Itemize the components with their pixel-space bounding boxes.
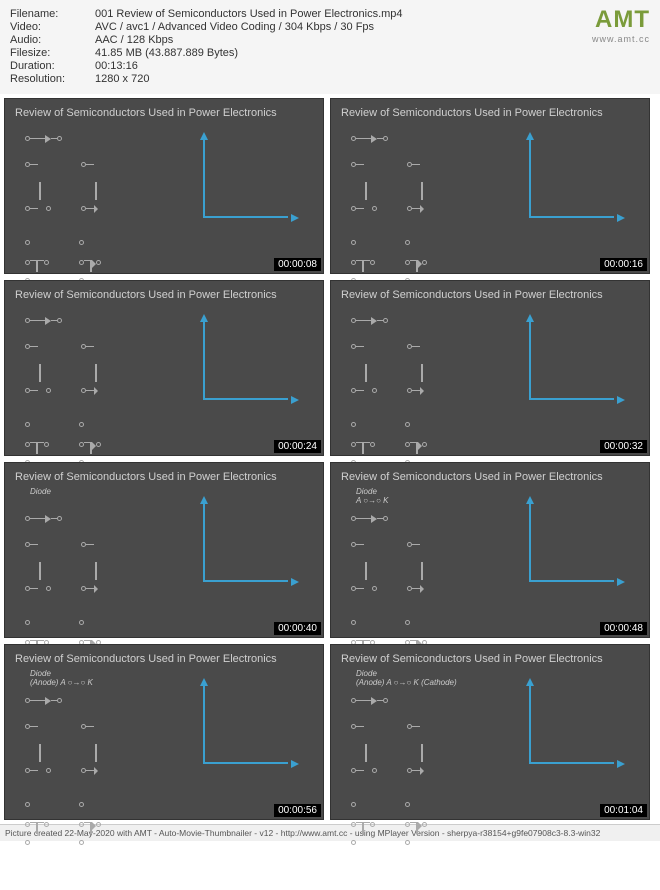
video-value: AVC / avc1 / Advanced Video Coding / 304… [95, 21, 374, 33]
filename-value: 001 Review of Semiconductors Used in Pow… [95, 8, 403, 20]
axes-icon [203, 138, 293, 228]
axes-icon [529, 502, 619, 592]
logo-url: www.amt.cc [592, 34, 650, 44]
thumbnail-1: Review of Semiconductors Used in Power E… [330, 98, 650, 274]
thumb-content [331, 305, 649, 435]
timestamp: 00:00:56 [274, 804, 321, 817]
thumb-content [5, 123, 323, 253]
timestamp: 00:00:16 [600, 258, 647, 271]
timestamp: 00:01:04 [600, 804, 647, 817]
thumbnail-4: Review of Semiconductors Used in Power E… [4, 462, 324, 638]
audio-value: AAC / 128 Kbps [95, 34, 173, 46]
thumbnail-7: Review of Semiconductors Used in Power E… [330, 644, 650, 820]
timestamp: 00:00:40 [274, 622, 321, 635]
thumb-content: Diode (Anode) A ○→○ K (Cathode) [331, 669, 649, 799]
thumb-title: Review of Semiconductors Used in Power E… [5, 99, 323, 123]
thumb-content: Diode [5, 487, 323, 617]
thumb-content: Diode (Anode) A ○→○ K [5, 669, 323, 799]
filesize-label: Filesize: [10, 47, 95, 59]
thumbnail-5: Review of Semiconductors Used in Power E… [330, 462, 650, 638]
timestamp: 00:00:08 [274, 258, 321, 271]
thumb-title: Review of Semiconductors Used in Power E… [5, 281, 323, 305]
axes-icon [529, 138, 619, 228]
thumb-title: Review of Semiconductors Used in Power E… [331, 463, 649, 487]
axes-icon [203, 502, 293, 592]
axes-icon [203, 320, 293, 410]
logo: AMT www.amt.cc [592, 6, 650, 44]
duration-value: 00:13:16 [95, 60, 138, 72]
thumb-title: Review of Semiconductors Used in Power E… [331, 645, 649, 669]
video-label: Video: [10, 21, 95, 33]
timestamp: 00:00:32 [600, 440, 647, 453]
thumb-content [5, 305, 323, 435]
filesize-value: 41.85 MB (43.887.889 Bytes) [95, 47, 238, 59]
thumbnail-grid: Review of Semiconductors Used in Power E… [0, 94, 660, 824]
thumb-title: Review of Semiconductors Used in Power E… [5, 645, 323, 669]
axes-icon [529, 684, 619, 774]
thumb-content [331, 123, 649, 253]
audio-label: Audio: [10, 34, 95, 46]
timestamp: 00:00:48 [600, 622, 647, 635]
thumb-title: Review of Semiconductors Used in Power E… [331, 99, 649, 123]
timestamp: 00:00:24 [274, 440, 321, 453]
metadata-header: Filename:001 Review of Semiconductors Us… [0, 0, 660, 94]
axes-icon [529, 320, 619, 410]
axes-icon [203, 684, 293, 774]
logo-text: AMT [592, 6, 650, 34]
thumbnail-0: Review of Semiconductors Used in Power E… [4, 98, 324, 274]
filename-label: Filename: [10, 8, 95, 20]
thumb-title: Review of Semiconductors Used in Power E… [331, 281, 649, 305]
thumb-title: Review of Semiconductors Used in Power E… [5, 463, 323, 487]
resolution-label: Resolution: [10, 73, 95, 85]
thumbnail-3: Review of Semiconductors Used in Power E… [330, 280, 650, 456]
thumbnail-2: Review of Semiconductors Used in Power E… [4, 280, 324, 456]
resolution-value: 1280 x 720 [95, 73, 149, 85]
thumbnail-6: Review of Semiconductors Used in Power E… [4, 644, 324, 820]
duration-label: Duration: [10, 60, 95, 72]
thumb-content: Diode A ○→○ K [331, 487, 649, 617]
